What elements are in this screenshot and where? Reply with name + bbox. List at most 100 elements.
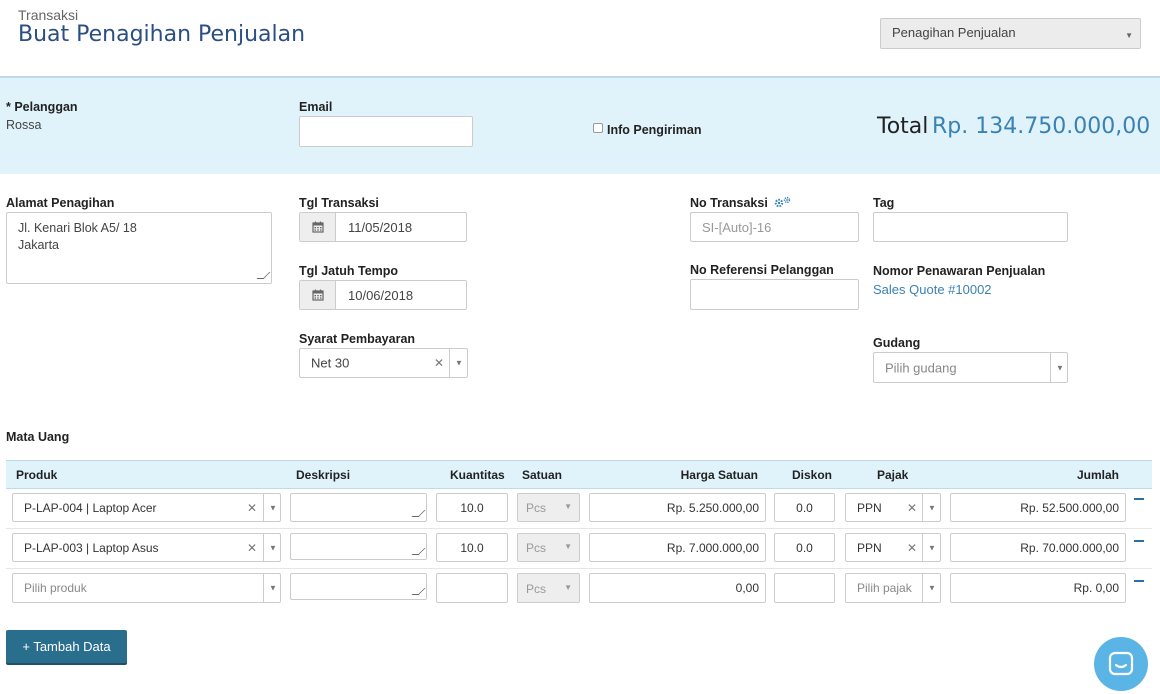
resize-handle-icon[interactable] [411, 588, 426, 595]
clear-icon[interactable]: ✕ [907, 501, 917, 515]
chevron-down-icon[interactable]: ▼ [455, 359, 463, 368]
breadcrumb: Transaksi [18, 7, 79, 23]
chevron-down-icon[interactable]: ▼ [269, 584, 277, 593]
transaction-type-value: Penagihan Penjualan [892, 25, 1016, 40]
shipping-info-checkbox[interactable] [593, 123, 603, 133]
page-title: Buat Penagihan Penjualan [18, 22, 306, 47]
amount-field: Rp. 52.500.000,00 [950, 493, 1126, 522]
chevron-down-icon: ▼ [564, 583, 572, 592]
add-row-button[interactable]: + Tambah Data [6, 630, 127, 663]
unit-price-input[interactable]: Rp. 5.250.000,00 [589, 493, 766, 522]
clear-icon[interactable]: ✕ [907, 541, 917, 555]
unit-value: Pcs [526, 582, 547, 596]
select-divider [922, 494, 923, 521]
resize-handle-icon[interactable] [411, 548, 426, 555]
transaction-date-picker[interactable]: 11/05/2018 [299, 212, 467, 242]
currency-label: Mata Uang [6, 430, 70, 444]
row-divider [6, 528, 1152, 529]
remove-row-icon[interactable] [1134, 498, 1144, 500]
clear-icon[interactable]: ✕ [434, 356, 444, 370]
col-harga: Harga Satuan [680, 468, 758, 482]
chevron-down-icon: ▼ [1125, 31, 1133, 40]
col-pajak: Pajak [877, 468, 909, 482]
table-header: Produk Deskripsi Kuantitas Satuan Harga … [6, 460, 1152, 489]
resize-handle-icon[interactable] [256, 272, 271, 279]
chat-widget-button[interactable] [1094, 637, 1148, 691]
tag-input[interactable] [873, 212, 1068, 242]
row-divider [6, 568, 1152, 569]
chat-icon [1108, 651, 1134, 676]
discount-input[interactable]: 0.0 [774, 533, 835, 562]
chevron-down-icon[interactable]: ▼ [269, 543, 277, 552]
col-produk: Produk [16, 468, 58, 482]
customer-reference-input[interactable] [690, 279, 859, 310]
tax-select[interactable]: PPN ✕ ▼ [845, 533, 941, 562]
description-input[interactable] [290, 573, 427, 600]
chevron-down-icon[interactable]: ▼ [928, 584, 936, 593]
description-input[interactable] [290, 493, 427, 522]
chevron-down-icon[interactable]: ▼ [928, 543, 936, 552]
total-value: Rp. 134.750.000,00 [932, 114, 1151, 139]
due-date-picker[interactable]: 10/06/2018 [299, 280, 467, 310]
payment-terms-value: Net 30 [311, 355, 350, 371]
chevron-down-icon[interactable]: ▼ [928, 503, 936, 512]
warehouse-label: Gudang [873, 336, 921, 350]
total-label: Total [877, 114, 929, 139]
product-select[interactable]: Pilih produk ▼ [12, 573, 281, 603]
product-value: P-LAP-003 | Laptop Asus [24, 540, 159, 555]
unit-select: Pcs ▼ [517, 493, 580, 522]
transaction-number-input[interactable]: SI-[Auto]-16 [690, 212, 859, 242]
select-divider [263, 534, 264, 561]
tax-select[interactable]: PPN ✕ ▼ [845, 493, 941, 522]
col-deskripsi: Deskripsi [296, 468, 351, 482]
description-input[interactable] [290, 533, 427, 560]
unit-price-input[interactable]: 0,00 [589, 573, 766, 603]
chevron-down-icon[interactable]: ▼ [1056, 363, 1064, 372]
select-divider [449, 349, 450, 377]
warehouse-placeholder: Pilih gudang [885, 360, 957, 375]
billing-address-line2: Jakarta [18, 238, 59, 252]
calendar-icon[interactable] [300, 213, 336, 241]
clear-icon[interactable]: ✕ [247, 501, 257, 515]
col-kuantitas: Kuantitas [450, 468, 505, 482]
sales-quote-link[interactable]: Sales Quote #10002 [873, 282, 992, 297]
chevron-down-icon: ▼ [564, 542, 572, 551]
product-select[interactable]: P-LAP-004 | Laptop Acer ✕ ▼ [12, 493, 281, 522]
remove-row-icon[interactable] [1134, 540, 1144, 542]
col-diskon: Diskon [792, 468, 833, 482]
customer-label: * Pelanggan [6, 100, 78, 114]
warehouse-select[interactable]: Pilih gudang ▼ [873, 352, 1068, 383]
shipping-info-label: Info Pengiriman [607, 123, 702, 137]
tax-select[interactable]: Pilih pajak ▼ [845, 573, 941, 603]
tax-placeholder: Pilih pajak [857, 581, 912, 595]
amount-field: Rp. 70.000.000,00 [950, 533, 1126, 562]
remove-row-icon[interactable] [1134, 580, 1144, 582]
unit-value: Pcs [526, 501, 547, 515]
transaction-number-label-text: No Transaksi [690, 196, 768, 210]
quantity-input[interactable] [436, 573, 508, 603]
product-select[interactable]: P-LAP-003 | Laptop Asus ✕ ▼ [12, 533, 281, 562]
billing-address-label: Alamat Penagihan [6, 196, 115, 210]
chevron-down-icon: ▼ [564, 502, 572, 511]
discount-input[interactable] [774, 573, 835, 603]
customer-reference-label: No Referensi Pelanggan [690, 263, 834, 277]
select-divider [922, 534, 923, 561]
discount-input[interactable]: 0.0 [774, 493, 835, 522]
resize-handle-icon[interactable] [411, 510, 426, 517]
select-divider [263, 494, 264, 521]
tax-value: PPN [857, 500, 882, 515]
billing-address-input[interactable]: Jl. Kenari Blok A5/ 18 Jakarta [6, 212, 272, 284]
gear-icon[interactable] [773, 196, 793, 208]
chevron-down-icon[interactable]: ▼ [269, 503, 277, 512]
email-input[interactable] [299, 116, 473, 147]
calendar-icon[interactable] [300, 281, 336, 309]
transaction-date-label: Tgl Transaksi [299, 196, 379, 210]
unit-price-input[interactable]: Rp. 7.000.000,00 [589, 533, 766, 562]
billing-address-line1: Jl. Kenari Blok A5/ 18 [18, 221, 137, 235]
transaction-type-select[interactable]: Penagihan Penjualan ▼ [880, 18, 1141, 49]
quantity-input[interactable]: 10.0 [436, 533, 508, 562]
clear-icon[interactable]: ✕ [247, 541, 257, 555]
quantity-input[interactable]: 10.0 [436, 493, 508, 522]
customer-value[interactable]: Rossa [6, 118, 41, 132]
payment-terms-select[interactable]: Net 30 ✕ ▼ [299, 348, 468, 378]
